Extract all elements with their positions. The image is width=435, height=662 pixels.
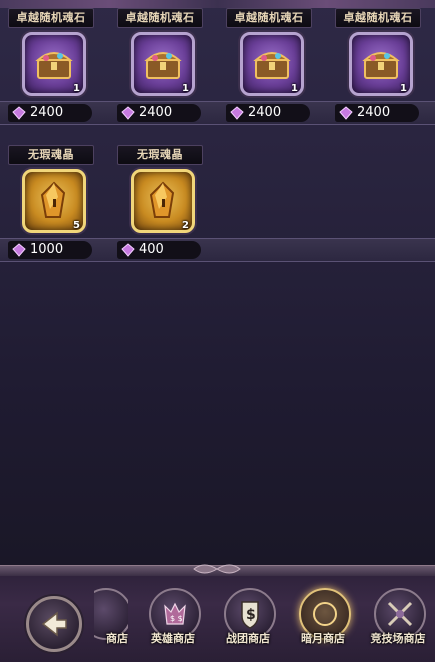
price-tag[interactable]: 400 [117, 241, 201, 259]
item-title: 卓越随机魂石 [117, 8, 203, 28]
item-count: 1 [291, 83, 298, 94]
treasure-chest-icon[interactable]: 1 [22, 32, 86, 96]
tab-label: 英雄商店 [151, 632, 195, 645]
top-border [0, 0, 435, 8]
item-title: 无瑕魂晶 [8, 145, 94, 165]
item-title: 卓越随机魂石 [335, 8, 421, 28]
price-value: 2400 [357, 105, 391, 120]
back-button[interactable] [26, 596, 82, 652]
item-count: 1 [400, 83, 407, 94]
purple-gem-icon [339, 106, 353, 120]
purple-gem-icon [121, 106, 135, 120]
item-count: 5 [73, 220, 80, 231]
tab-label: 竞技场商店 [370, 632, 426, 645]
treasure-chest-icon[interactable]: 1 [240, 32, 304, 96]
item-count: 1 [182, 83, 189, 94]
price-bar-2: 1000 400 [0, 238, 435, 262]
item-title: 卓越随机魂石 [8, 8, 94, 28]
price-tag[interactable]: 2400 [117, 104, 201, 122]
tab-shop[interactable]: 商店 [94, 588, 128, 658]
item-title: 卓越随机魂石 [226, 8, 312, 28]
price-value: 400 [139, 242, 164, 257]
price-tag[interactable]: 2400 [335, 104, 419, 122]
purple-gem-icon [12, 243, 26, 257]
soul-crystal-icon[interactable]: 5 [22, 169, 86, 233]
price-tag[interactable]: 1000 [8, 241, 92, 259]
treasure-chest-icon[interactable]: 1 [131, 32, 195, 96]
price-value: 2400 [30, 105, 64, 120]
back-arrow-icon [41, 611, 67, 637]
ornament-icon [193, 564, 241, 574]
svg-text:$: $ [246, 607, 256, 623]
item-count: 2 [182, 220, 189, 231]
tab-dark-moon-shop[interactable]: 暗月商店 [290, 588, 356, 658]
tab-label: 战团商店 [226, 632, 270, 645]
price-tag[interactable]: 2400 [8, 104, 92, 122]
tab-guild-shop[interactable]: $ 战团商店 [215, 588, 281, 658]
tab-label: 商店 [106, 632, 128, 645]
shop-screen: 卓越随机魂石 1 卓越随机魂石 1 卓越随机魂石 1 卓越随机魂石 1 2400… [0, 0, 435, 662]
purple-gem-icon [121, 243, 135, 257]
price-value: 2400 [139, 105, 173, 120]
tab-label: 暗月商店 [301, 632, 345, 645]
purple-gem-icon [230, 106, 244, 120]
price-tag[interactable]: 2400 [226, 104, 310, 122]
item-title: 无瑕魂晶 [117, 145, 203, 165]
price-bar-1: 2400 2400 2400 2400 [0, 101, 435, 125]
svg-text:$ $: $ $ [170, 614, 183, 623]
treasure-chest-icon[interactable]: 1 [349, 32, 413, 96]
tab-arena-shop[interactable]: 竞技场商店 [365, 588, 431, 658]
price-value: 2400 [248, 105, 282, 120]
item-count: 1 [73, 83, 80, 94]
purple-gem-icon [12, 106, 26, 120]
tab-hero-shop[interactable]: $ $ 英雄商店 [140, 588, 206, 658]
soul-crystal-icon[interactable]: 2 [131, 169, 195, 233]
price-value: 1000 [30, 242, 64, 257]
